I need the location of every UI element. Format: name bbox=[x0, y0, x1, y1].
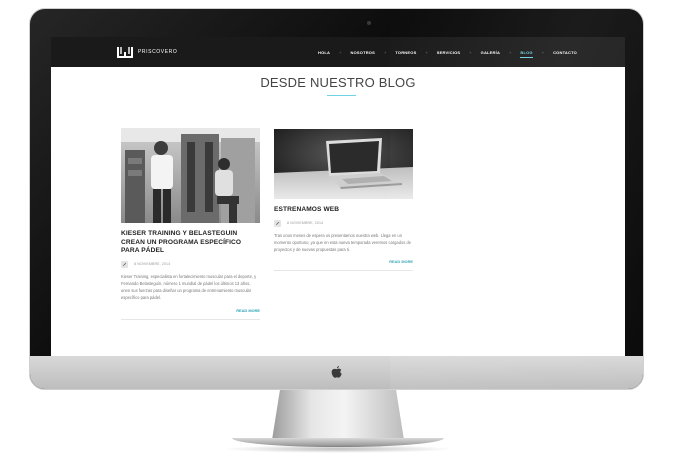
nav-item-servicios[interactable]: SERVICIOS bbox=[428, 50, 470, 55]
post-excerpt: Kieser Training, especialista en fortale… bbox=[121, 273, 257, 301]
read-more-link[interactable]: READ MORE bbox=[274, 259, 413, 264]
stand-shadow bbox=[222, 445, 454, 453]
apple-logo-icon bbox=[331, 366, 342, 378]
camera-dot bbox=[367, 21, 371, 25]
pencil-icon bbox=[123, 262, 127, 266]
nav-item-nosotros[interactable]: NOSOTROS bbox=[341, 50, 384, 55]
post-divider bbox=[121, 318, 260, 320]
post-title[interactable]: ESTRENAMOS WEB bbox=[274, 206, 413, 215]
brand[interactable]: PRISCOVERO bbox=[117, 46, 177, 58]
nav-item-contacto[interactable]: CONTACTO bbox=[544, 50, 586, 55]
post-image-gym[interactable] bbox=[121, 128, 260, 223]
nav-menu: HOLA + NOSOTROS + TORNEOS + SERVICIOS + … bbox=[309, 50, 586, 58]
title-underline bbox=[327, 95, 356, 96]
website-screen: PRISCOVERO HOLA + NOSOTROS + TORNEOS + S… bbox=[51, 37, 625, 356]
nav-item-blog[interactable]: BLOG bbox=[511, 50, 541, 58]
post-date: 8 NOVIEMBRE, 2014 bbox=[134, 262, 171, 267]
page-title: DESDE NUESTRO BLOG bbox=[260, 75, 416, 90]
brand-logo-icon bbox=[117, 47, 133, 58]
monitor-stand bbox=[272, 390, 404, 440]
imac-monitor: PRISCOVERO HOLA + NOSOTROS + TORNEOS + S… bbox=[29, 8, 645, 391]
nav-item-hola[interactable]: HOLA bbox=[309, 50, 339, 55]
blog-post: ESTRENAMOS WEB 8 NOVIEMBRE, 2014 Tras un… bbox=[274, 129, 413, 272]
post-image-laptop[interactable] bbox=[274, 129, 413, 199]
post-title[interactable]: KIESER TRAINING Y BELASTEGUIN CREAN UN P… bbox=[121, 230, 260, 256]
post-divider bbox=[274, 270, 413, 272]
brand-name: PRISCOVERO bbox=[138, 49, 178, 55]
read-more-link[interactable]: READ MORE bbox=[121, 308, 260, 313]
nav-item-galeria[interactable]: GALERÍA bbox=[472, 50, 509, 55]
top-navbar: PRISCOVERO HOLA + NOSOTROS + TORNEOS + S… bbox=[51, 37, 625, 67]
post-format bbox=[274, 219, 281, 227]
nav-item-torneos[interactable]: TORNEOS bbox=[386, 50, 425, 55]
post-excerpt: Tras unos meses de espera os presentamos… bbox=[274, 232, 411, 252]
monitor-chin bbox=[30, 356, 643, 389]
post-meta: 8 NOVIEMBRE, 2014 bbox=[121, 260, 260, 268]
post-format bbox=[121, 260, 128, 268]
blog-post: KIESER TRAINING Y BELASTEGUIN CREAN UN P… bbox=[121, 128, 260, 320]
pencil-icon bbox=[276, 221, 280, 225]
post-meta: 8 NOVIEMBRE, 2014 bbox=[274, 219, 413, 227]
post-date: 8 NOVIEMBRE, 2014 bbox=[287, 221, 324, 226]
